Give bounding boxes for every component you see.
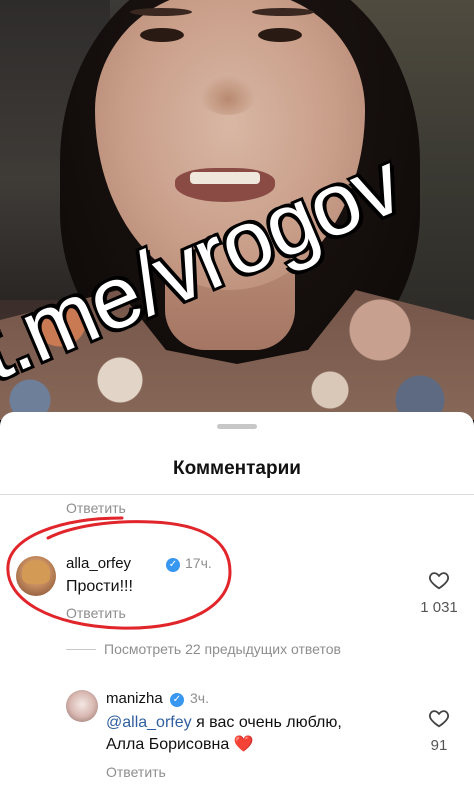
like-count: 91 — [430, 737, 448, 754]
left-brow — [130, 8, 192, 16]
heart-icon[interactable] — [428, 707, 450, 729]
teeth — [190, 172, 260, 184]
comment-time: 3ч. — [190, 690, 209, 706]
nose — [200, 75, 256, 115]
heart-emoji: ❤️ — [233, 736, 254, 753]
like-count: 1 031 — [420, 599, 458, 616]
sheet-title: Комментарии — [173, 458, 301, 479]
view-previous-replies[interactable]: Посмотреть 22 предыдущих ответов — [104, 641, 341, 657]
right-brow — [252, 8, 314, 16]
sheet-grabber[interactable] — [217, 424, 257, 429]
divider — [0, 494, 474, 495]
avatar-manizha[interactable] — [66, 690, 98, 722]
mention-link[interactable]: @alla_orfey — [106, 714, 192, 731]
comment-text-part: я вас очень люблю, — [191, 714, 342, 731]
reply-button[interactable]: Ответить — [106, 764, 166, 780]
comment-username[interactable]: manizha — [106, 690, 163, 707]
left-eye — [140, 28, 184, 42]
comment-text-part: Алла Борисовна — [106, 736, 230, 753]
heart-icon[interactable] — [428, 569, 450, 591]
right-eye — [258, 28, 302, 42]
comments-sheet: Комментарии Ответить alla_orfey ✓ 17ч. П… — [0, 412, 474, 800]
red-circle-annotation — [6, 516, 232, 630]
replies-line — [66, 649, 96, 650]
verified-icon: ✓ — [170, 693, 184, 707]
comment-text-line2: Алла Борисовна ❤️ — [106, 734, 254, 756]
comment-text-line1: @alla_orfey я вас очень люблю, — [106, 712, 342, 734]
